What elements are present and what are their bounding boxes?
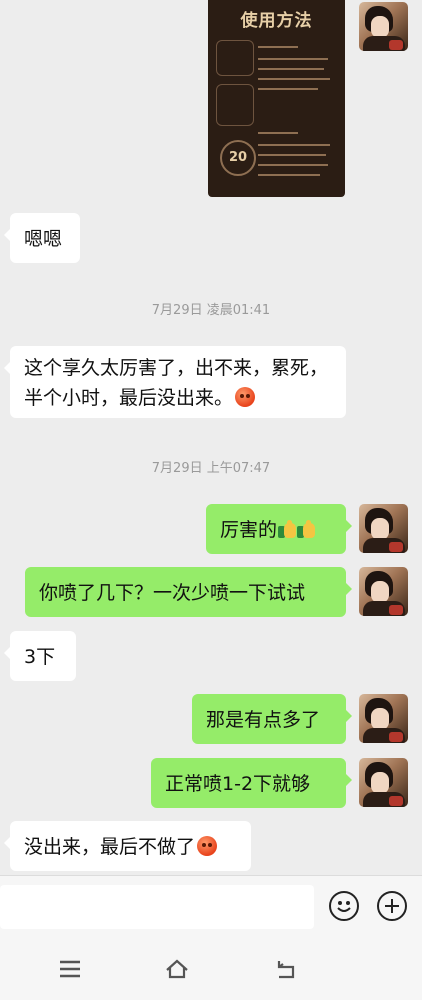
avatar[interactable]: [359, 694, 408, 743]
menu-icon[interactable]: [58, 958, 82, 980]
timer-icon: 20: [220, 140, 256, 176]
message-bubble[interactable]: 没出来，最后不做了: [4, 821, 251, 871]
plus-icon[interactable]: [377, 891, 407, 921]
message-bubble[interactable]: 嗯嗯: [4, 213, 80, 263]
image-message[interactable]: 使用方法 20: [208, 0, 345, 197]
avatar[interactable]: [359, 2, 408, 51]
home-icon[interactable]: [165, 958, 189, 980]
avatar[interactable]: [359, 758, 408, 807]
thumbs-up-icon: [278, 520, 297, 538]
message-bubble[interactable]: 厉害的: [206, 504, 352, 554]
image-illustration: [216, 40, 254, 76]
message-bubble[interactable]: 3下: [4, 631, 76, 681]
message-bubble[interactable]: 那是有点多了: [192, 694, 352, 744]
avatar[interactable]: [359, 504, 408, 553]
back-icon[interactable]: [275, 958, 299, 980]
message-bubble[interactable]: 正常喷1-2下就够: [151, 758, 352, 808]
timestamp: 7月29日 凌晨01:41: [151, 303, 271, 318]
timestamp: 7月29日 上午07:47: [151, 461, 271, 476]
message-bubble[interactable]: 你喷了几下？一次少喷一下试试: [25, 567, 352, 617]
input-bar: [0, 875, 422, 937]
system-nav-bar: [0, 936, 422, 1000]
thumbs-up-icon: [297, 520, 316, 538]
chat-area[interactable]: 使用方法 20 嗯嗯 7月29日 凌晨01:41 这个享久太厉害了，出不来，累死…: [0, 0, 422, 875]
face-emoji-icon: [197, 836, 218, 856]
message-input[interactable]: [0, 885, 314, 929]
image-title: 使用方法: [240, 11, 313, 31]
message-bubble[interactable]: 这个享久太厉害了，出不来，累死，半个小时，最后没出来。: [4, 346, 346, 418]
image-illustration: [216, 84, 254, 126]
face-emoji-icon: [235, 387, 256, 407]
smile-icon[interactable]: [329, 891, 359, 921]
avatar[interactable]: [359, 567, 408, 616]
